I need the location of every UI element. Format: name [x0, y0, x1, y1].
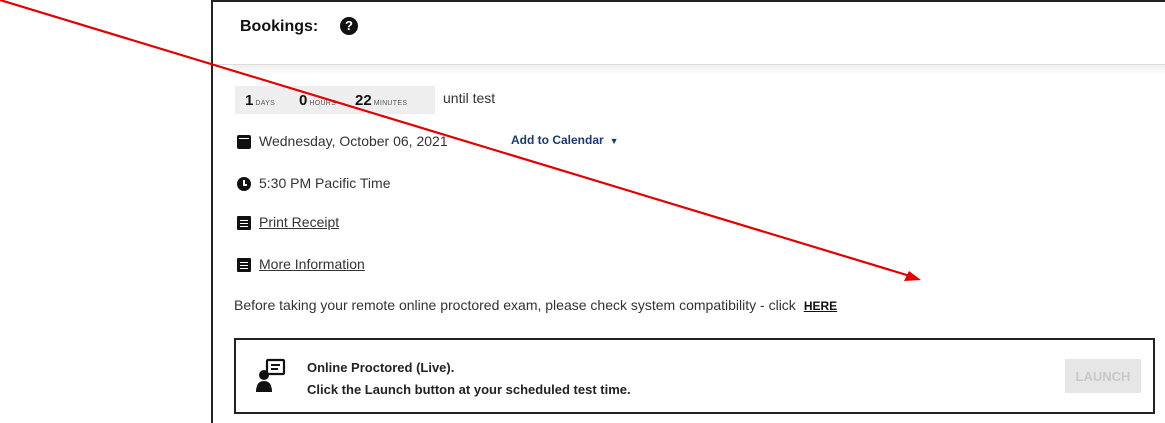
- hours-value: 0: [299, 92, 308, 109]
- days-label: DAYS: [255, 100, 276, 107]
- countdown-hours: 0 HOURS: [299, 92, 336, 110]
- compatibility-notice: Before taking your remote online proctor…: [234, 297, 837, 313]
- test-time: 5:30 PM Pacific Time: [259, 175, 391, 191]
- caret-down-icon: ▼: [609, 136, 619, 146]
- days-value: 1: [245, 92, 254, 109]
- bookings-panel: Bookings: ? 1 DAYS 0 HOURS 22 MINUTES until…: [211, 0, 1165, 423]
- more-information-link[interactable]: More Information: [259, 256, 365, 272]
- countdown-minutes: 22 MINUTES: [355, 92, 407, 110]
- person-screen-icon: [256, 358, 286, 392]
- proctor-instructions: Click the Launch button at your schedule…: [307, 382, 631, 397]
- proctor-title: Online Proctored (Live).: [307, 360, 455, 375]
- countdown-timer: 1 DAYS 0 HOURS 22 MINUTES: [235, 86, 435, 114]
- add-to-calendar-dropdown[interactable]: Add to Calendar ▼: [511, 133, 619, 147]
- receipt-document-icon: [237, 216, 251, 230]
- add-to-calendar-label: Add to Calendar: [511, 133, 604, 147]
- info-document-icon: [237, 258, 251, 272]
- clock-icon: [237, 177, 251, 191]
- bookings-title: Bookings:: [240, 18, 319, 35]
- countdown-days: 1 DAYS: [245, 92, 275, 110]
- minutes-value: 22: [355, 92, 372, 109]
- hours-label: HOURS: [309, 100, 337, 107]
- launch-button[interactable]: LAUNCH: [1065, 359, 1141, 393]
- print-receipt-link[interactable]: Print Receipt: [259, 214, 339, 230]
- test-date: Wednesday, October 06, 2021: [259, 133, 448, 149]
- question-circle-icon[interactable]: ?: [340, 17, 358, 35]
- header-shadow: [233, 65, 1165, 75]
- until-test-label: until test: [443, 90, 496, 106]
- calendar-icon: [237, 135, 251, 149]
- bookings-header: Bookings: ?: [213, 2, 1165, 65]
- online-proctored-card: Online Proctored (Live). Click the Launc…: [234, 338, 1155, 414]
- compatibility-here-link[interactable]: HERE: [804, 299, 837, 313]
- minutes-label: MINUTES: [373, 100, 408, 107]
- compatibility-text: Before taking your remote online proctor…: [234, 297, 796, 313]
